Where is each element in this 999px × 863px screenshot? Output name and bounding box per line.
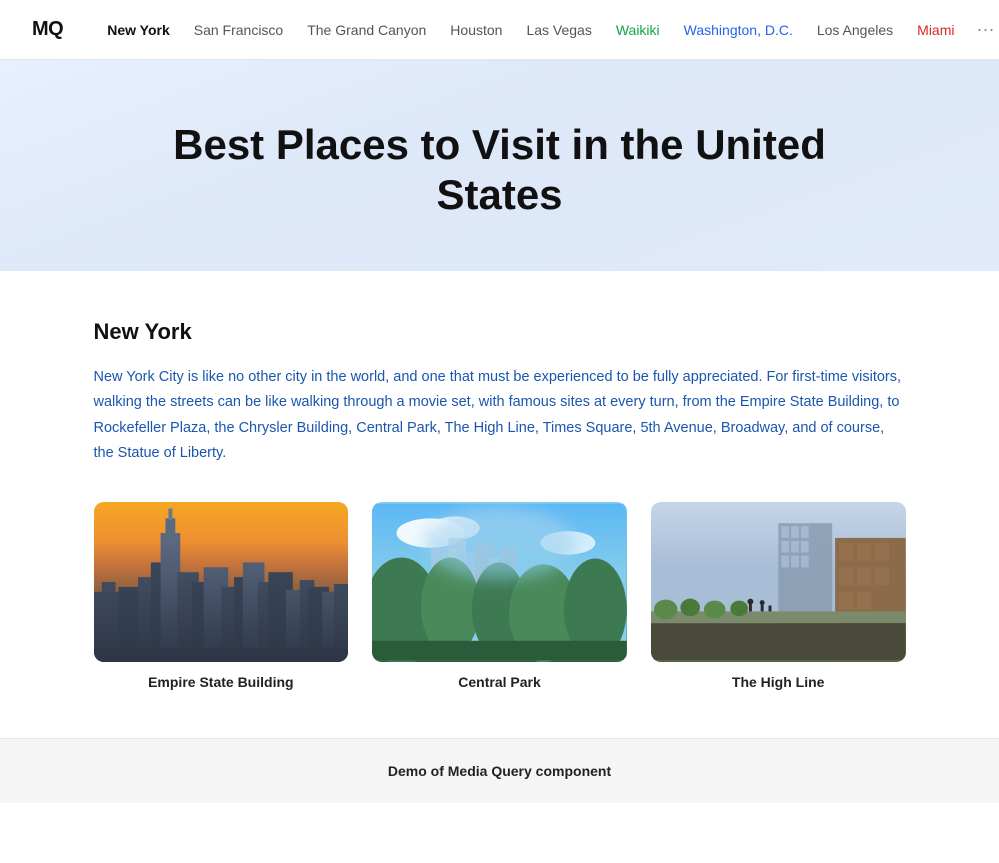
logo: MQ: [32, 18, 63, 41]
hero-section: Best Places to Visit in the United State…: [0, 60, 999, 271]
footer-label: Demo of Media Query component: [388, 763, 611, 779]
main-nav: New York San Francisco The Grand Canyon …: [95, 19, 999, 40]
hero-title: Best Places to Visit in the United State…: [150, 120, 850, 221]
caption-hl: The High Line: [651, 674, 906, 690]
image-gallery: Empire State Building: [94, 502, 906, 690]
nav-item-san-francisco[interactable]: San Francisco: [182, 22, 295, 38]
image-card-cp: Central Park: [372, 502, 627, 690]
image-esb: [94, 502, 349, 662]
nav-item-los-angeles[interactable]: Los Angeles: [805, 22, 905, 38]
nav-item-las-vegas[interactable]: Las Vegas: [514, 22, 603, 38]
image-card-esb: Empire State Building: [94, 502, 349, 690]
footer: Demo of Media Query component: [0, 738, 999, 803]
nav-item-washington[interactable]: Washington, D.C.: [672, 22, 805, 38]
header: MQ New York San Francisco The Grand Cany…: [0, 0, 999, 60]
image-hl: [651, 502, 906, 662]
main-content: New York New York City is like no other …: [70, 271, 930, 739]
section-description: New York City is like no other city in t…: [94, 365, 906, 467]
nav-item-waikiki[interactable]: Waikiki: [604, 22, 672, 38]
cp-skyline-svg: [372, 502, 627, 662]
caption-cp: Central Park: [372, 674, 627, 690]
nav-item-miami[interactable]: Miami: [905, 22, 966, 38]
image-cp: [372, 502, 627, 662]
image-card-hl: The High Line: [651, 502, 906, 690]
caption-esb: Empire State Building: [94, 674, 349, 690]
esb-skyline-svg: [94, 502, 349, 662]
section-title: New York: [94, 319, 906, 345]
nav-item-grand-canyon[interactable]: The Grand Canyon: [295, 22, 438, 38]
hl-skyline-svg: [651, 502, 906, 662]
nav-more-button[interactable]: ···: [971, 19, 999, 40]
nav-item-houston[interactable]: Houston: [438, 22, 514, 38]
nav-item-new-york[interactable]: New York: [95, 22, 182, 38]
